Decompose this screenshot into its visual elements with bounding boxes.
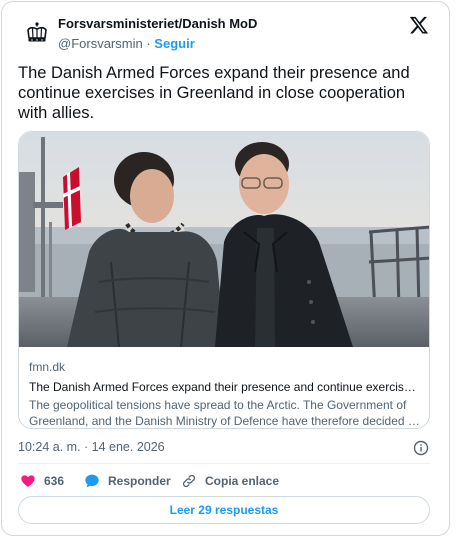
x-logo-icon[interactable] bbox=[409, 15, 429, 35]
reply-bubble-icon bbox=[85, 474, 99, 488]
like-button[interactable]: 636 bbox=[20, 471, 64, 491]
tweet-text: The Danish Armed Forces expand their pre… bbox=[18, 64, 410, 122]
heart-icon bbox=[21, 475, 35, 487]
handle-separator: · bbox=[146, 36, 151, 51]
author-display-name[interactable]: Forsvarsministeriet/Danish MoD bbox=[58, 16, 257, 31]
read-replies-button[interactable]: Leer 29 respuestas bbox=[18, 496, 430, 524]
link-preview-card[interactable]: fmn.dk The Danish Armed Forces expand th… bbox=[18, 131, 430, 429]
reply-button[interactable]: Responder bbox=[84, 471, 171, 491]
like-count: 636 bbox=[44, 474, 65, 488]
link-title[interactable]: The Danish Armed Forces expand their pre… bbox=[29, 379, 421, 395]
link-meta: fmn.dk The Danish Armed Forces expand th… bbox=[29, 359, 421, 428]
crown-icon bbox=[27, 22, 47, 42]
copy-link-button[interactable]: Copia enlace bbox=[181, 471, 279, 491]
reply-label: Responder bbox=[108, 474, 171, 488]
tweet-timestamp[interactable]: 10:24 a. m. · 14 ene. 2026 bbox=[18, 440, 165, 454]
author-handle-row: @Forsvarsmin · Seguir bbox=[58, 36, 195, 51]
tweet-embed-card: Forsvarsministeriet/Danish MoD @Forsvars… bbox=[1, 1, 450, 536]
author-handle[interactable]: @Forsvarsmin bbox=[58, 36, 143, 51]
follow-button[interactable]: Seguir bbox=[154, 36, 194, 51]
divider bbox=[18, 463, 430, 464]
article-photo bbox=[19, 132, 429, 347]
info-icon[interactable] bbox=[413, 440, 429, 456]
link-icon bbox=[182, 474, 196, 488]
copy-link-label: Copia enlace bbox=[205, 474, 280, 488]
link-domain: fmn.dk bbox=[29, 360, 66, 374]
link-description: The geopolitical tensions have spread to… bbox=[29, 398, 418, 428]
author-avatar[interactable] bbox=[19, 16, 55, 52]
